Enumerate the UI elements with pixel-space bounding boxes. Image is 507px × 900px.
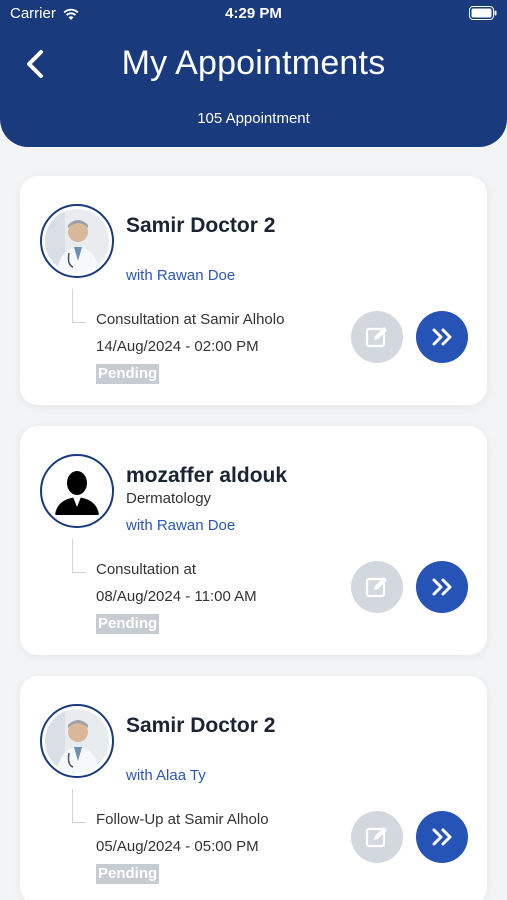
avatar [40,704,114,778]
avatar [40,204,114,278]
double-chevron-right-icon [432,578,452,596]
edit-button[interactable] [351,561,403,613]
appointment-place: Consultation at [96,561,197,578]
status-badge: Pending [96,614,160,634]
connector-line [72,789,86,823]
double-chevron-right-icon [432,328,452,346]
appointment-count: 105 Appointment [197,110,310,127]
details-button[interactable] [416,811,468,863]
doctor-name: Samir Doctor 2 [126,714,276,737]
doctor-name: Samir Doctor 2 [126,214,276,237]
edit-icon [365,577,387,598]
edit-button[interactable] [351,811,403,863]
connector-line [72,539,86,573]
appointment-datetime: 14/Aug/2024 - 02:00 PM [96,338,259,355]
connector-line [72,289,86,323]
appointment-datetime: 08/Aug/2024 - 11:00 AM [96,588,257,605]
doctor-name: mozaffer aldouk [126,464,288,487]
avatar [40,454,114,528]
appointment-card[interactable]: Samir Doctor 2 with Rawan Doe Consultati… [20,176,487,405]
page-title: My Appointments [121,44,386,82]
patient-name: with Alaa Ty [126,767,206,784]
status-bar: Carrier 4:29 PM [0,0,507,30]
status-badge: Pending [96,364,160,384]
person-silhouette-icon [45,459,109,523]
appointment-card[interactable]: Samir Doctor 2 with Alaa Ty Follow-Up at… [20,676,487,900]
appointment-datetime: 05/Aug/2024 - 05:00 PM [96,838,259,855]
patient-name: with Rawan Doe [126,267,236,284]
edit-button[interactable] [351,311,403,363]
doctor-photo-icon [45,709,109,773]
double-chevron-right-icon [432,828,452,846]
details-button[interactable] [416,561,468,613]
status-badge: Pending [96,864,160,884]
details-button[interactable] [416,311,468,363]
appointment-card[interactable]: mozaffer aldouk Dermatology with Rawan D… [20,426,487,655]
appointment-place: Consultation at Samir Alholo [96,311,285,328]
edit-icon [365,327,387,348]
app-header: Carrier 4:29 PM My Appointments 105 Appo… [0,0,507,147]
doctor-specialty: Dermatology [126,490,212,507]
edit-icon [365,827,387,848]
appointment-place: Follow-Up at Samir Alholo [96,811,269,828]
clock: 4:29 PM [225,5,282,22]
doctor-photo-icon [45,209,109,273]
battery-icon [469,6,497,20]
patient-name: with Rawan Doe [126,517,236,534]
